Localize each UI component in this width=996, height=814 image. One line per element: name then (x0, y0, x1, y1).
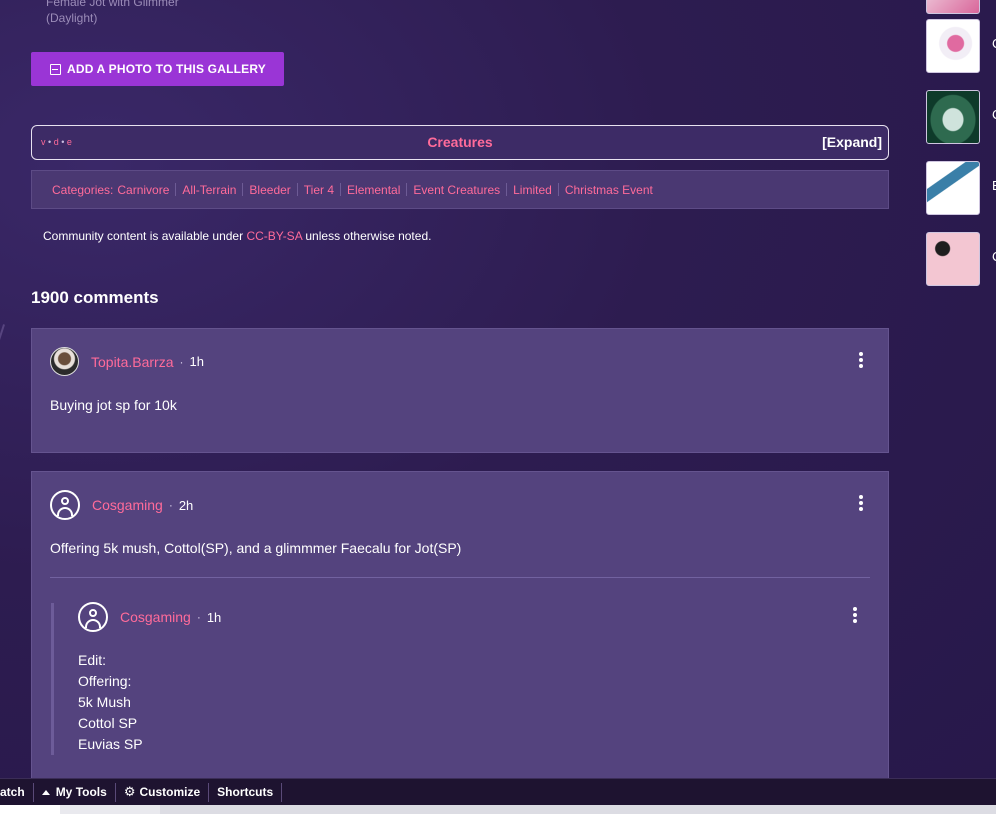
reply-line: Euvias SP (78, 736, 143, 752)
comment-author[interactable]: Cosgaming (92, 497, 163, 513)
my-tools-label: My Tools (55, 785, 107, 799)
category-divider (242, 183, 244, 196)
category-link[interactable]: Christmas Event (565, 183, 653, 197)
reply-line: Cottol SP (78, 715, 138, 731)
shortcuts-button[interactable]: Shortcuts (209, 782, 283, 802)
license-notice: Community content is available under CC-… (43, 229, 431, 243)
thumbnail-label[interactable]: E (992, 178, 996, 193)
gallery-thumbnail[interactable] (926, 161, 980, 215)
comment-header: Topita.Barrza · 1h (50, 347, 204, 376)
comment-card: Topita.Barrza · 1h Buying jot sp for 10k (31, 328, 889, 453)
more-options-icon[interactable] (859, 495, 863, 511)
category-divider (557, 183, 559, 196)
reply-header: Cosgaming · 1h (78, 602, 221, 632)
dot-separator: · (179, 354, 184, 369)
navbox-expand-toggle[interactable]: [Expand] (822, 134, 882, 150)
reply-indent-bar (51, 603, 54, 755)
add-photo-label: ADD A PHOTO TO THIS GALLERY (67, 62, 266, 76)
reply-line: 5k Mush (78, 694, 131, 710)
thumbnail-label[interactable]: C (992, 107, 996, 122)
category-link[interactable]: Carnivore (117, 183, 169, 197)
gear-icon: ⚙ (123, 784, 136, 799)
watch-label: atch (0, 785, 25, 799)
reply-time[interactable]: 1h (207, 610, 221, 625)
category-divider (406, 183, 408, 196)
customize-label: Customize (139, 785, 201, 799)
caret-up-icon (41, 789, 50, 795)
navbox-title[interactable]: Creatures (32, 134, 888, 150)
gallery-caption-line2: (Daylight) (46, 11, 98, 25)
category-divider (506, 183, 508, 196)
gallery-caption-line1: Female Jot with Glimmer (46, 0, 179, 9)
reply-text: Edit: Offering: 5k Mush Cottol SP Euvias… (78, 650, 143, 755)
thumbnail-label[interactable]: C (992, 249, 996, 264)
license-suffix: unless otherwise noted. (305, 229, 432, 243)
reply-line: Offering: (78, 673, 132, 689)
gallery-thumbnail[interactable] (926, 232, 980, 286)
avatar[interactable] (50, 347, 79, 376)
category-link[interactable]: All-Terrain (182, 183, 236, 197)
related-gallery-sidebar: C C E C (910, 0, 996, 778)
comment-author[interactable]: Topita.Barrza (91, 354, 173, 370)
comment-header: Cosgaming · 2h (50, 490, 193, 520)
os-taskbar-edge (0, 805, 996, 814)
more-options-icon[interactable] (853, 607, 857, 623)
customize-button[interactable]: ⚙ Customize (116, 782, 210, 802)
creatures-navbox: v • d • e Creatures [Expand] (31, 125, 889, 160)
comments-count: 1900 comments (31, 288, 159, 307)
comment-text: Offering 5k mush, Cottol(SP), and a glim… (50, 540, 462, 556)
reply-author[interactable]: Cosgaming (120, 609, 191, 625)
user-avatar-icon[interactable] (50, 490, 80, 520)
category-divider (175, 183, 177, 196)
gallery-caption: Female Jot with Glimmer (Daylight) (46, 0, 179, 26)
category-link[interactable]: Elemental (347, 183, 400, 197)
gallery-thumbnail[interactable] (926, 90, 980, 144)
more-options-icon[interactable] (859, 352, 863, 368)
comment-text: Buying jot sp for 10k (50, 397, 177, 413)
dot-separator: · (168, 498, 173, 512)
category-link[interactable]: Limited (513, 183, 552, 197)
category-link[interactable]: Tier 4 (304, 183, 334, 197)
add-photo-button[interactable]: ADD A PHOTO TO THIS GALLERY (31, 52, 284, 86)
main-content: Female Jot with Glimmer (Daylight) ADD A… (0, 0, 910, 791)
my-tools-button[interactable]: My Tools (34, 782, 116, 802)
thumbnail-label[interactable]: C (992, 36, 996, 51)
license-prefix: Community content is available under (43, 229, 244, 243)
watch-button[interactable]: atch (0, 782, 34, 802)
gallery-thumbnail[interactable] (926, 0, 980, 14)
bottom-toolbar: atch My Tools ⚙ Customize Shortcuts (0, 778, 996, 805)
reply-line: Edit: (78, 652, 107, 668)
dot-separator: · (196, 610, 201, 624)
reply-divider (50, 577, 870, 578)
category-divider (340, 183, 342, 196)
image-icon (50, 63, 61, 75)
category-link[interactable]: Event Creatures (413, 183, 500, 197)
categories-label: Categories: (52, 182, 114, 197)
user-avatar-icon[interactable] (78, 602, 108, 632)
license-link[interactable]: CC-BY-SA (246, 229, 302, 243)
comment-card: Cosgaming · 2h Offering 5k mush, Cottol(… (31, 471, 889, 791)
categories-bar: Categories: Carnivore All-Terrain Bleede… (31, 170, 889, 209)
shortcuts-label: Shortcuts (217, 785, 274, 799)
comment-time[interactable]: 1h (189, 354, 203, 369)
gallery-thumbnail[interactable] (926, 19, 980, 73)
category-divider (296, 183, 298, 196)
category-link[interactable]: Bleeder (249, 183, 290, 197)
comment-time[interactable]: 2h (179, 498, 193, 513)
